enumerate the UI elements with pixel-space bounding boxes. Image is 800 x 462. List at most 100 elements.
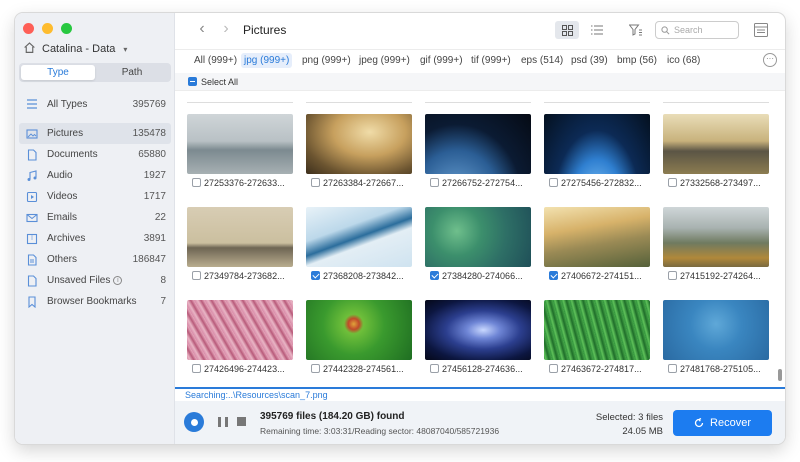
tile-checkbox[interactable] — [549, 178, 558, 187]
list-item[interactable]: 27349784-273682... — [187, 207, 293, 284]
thumbnail-image — [663, 207, 769, 267]
more-options-button[interactable]: ··· — [763, 53, 777, 67]
sidebar-item-emails[interactable]: Emails 22 — [19, 207, 171, 228]
tile-checkbox[interactable] — [549, 271, 558, 280]
list-item[interactable]: 27426496-274423... — [187, 300, 293, 377]
info-icon[interactable]: i — [113, 276, 123, 285]
sidebar-item-unsaved-files[interactable]: Unsaved Files i 8 — [19, 270, 171, 291]
select-all-bar[interactable]: Select All — [175, 73, 785, 91]
list-item[interactable]: 27266752-272754... — [425, 114, 531, 191]
tile-checkbox[interactable] — [311, 364, 320, 373]
filter-jpeg[interactable]: jpeg (999+) — [356, 53, 413, 68]
list-item[interactable]: 27253376-272633... — [187, 114, 293, 191]
drive-selector[interactable]: Catalina - Data ▾ — [23, 41, 127, 57]
sidebar-item-audio[interactable]: Audio 1927 — [19, 165, 171, 186]
list-item[interactable]: 27442328-274561... — [306, 300, 412, 377]
sidebar-item-count: 186847 — [132, 254, 166, 265]
minimize-window-button[interactable] — [42, 23, 53, 34]
filter-jpg[interactable]: jpg (999+) — [241, 53, 293, 68]
music-icon — [25, 169, 39, 183]
list-item[interactable]: 27481768-275105... — [663, 300, 769, 377]
preview-pane-button[interactable] — [753, 21, 769, 39]
file-name: 27406672-274151... — [561, 270, 642, 281]
sidebar-item-label: Unsaved Files i — [47, 275, 160, 286]
list-item[interactable]: 27384280-274066... — [425, 207, 531, 284]
thumbnail-image — [306, 207, 412, 267]
sidebar-item-documents[interactable]: Documents 65880 — [19, 144, 171, 165]
unsaved-files-label: Unsaved Files — [47, 275, 111, 286]
file-name: 27263384-272667... — [323, 177, 404, 188]
filter-png[interactable]: png (999+) — [299, 53, 354, 68]
tile-checkbox[interactable] — [668, 271, 677, 280]
list-item[interactable]: 27456128-274636... — [425, 300, 531, 377]
tile-checkbox[interactable] — [668, 364, 677, 373]
grid-view-button[interactable] — [555, 21, 579, 39]
filter-psd[interactable]: psd (39) — [568, 53, 611, 68]
sidebar-item-all-types[interactable]: All Types 395769 — [19, 93, 171, 115]
list-item[interactable]: 27332568-273497... — [663, 114, 769, 191]
tile-checkbox[interactable] — [430, 364, 439, 373]
sidebar-item-others[interactable]: Others 186847 — [19, 249, 171, 270]
tile-checkbox[interactable] — [668, 178, 677, 187]
sidebar-item-videos[interactable]: Videos 1717 — [19, 186, 171, 207]
sidebar-item-pictures[interactable]: Pictures 135478 — [19, 123, 171, 144]
thumbnail-image — [306, 300, 412, 360]
selected-size: 24.05 MB — [622, 426, 663, 437]
tile-caption: 27426496-274423... — [187, 360, 293, 377]
select-all-checkbox[interactable] — [188, 77, 197, 86]
others-icon — [25, 253, 39, 267]
list-view-icon — [591, 25, 603, 35]
filter-gif[interactable]: gif (999+) — [417, 53, 466, 68]
tile-caption: 27349784-273682... — [187, 267, 293, 284]
list-item[interactable]: 27463672-274817... — [544, 300, 650, 377]
list-item[interactable]: 27368208-273842... — [306, 207, 412, 284]
list-item[interactable]: 27275456-272832... — [544, 114, 650, 191]
filter-ico[interactable]: ico (68) — [664, 53, 703, 68]
unsaved-icon — [25, 274, 39, 288]
filter-button[interactable] — [627, 21, 643, 39]
sidebar-item-archives[interactable]: Archives 3891 — [19, 228, 171, 249]
select-all-label: Select All — [201, 76, 239, 87]
list-item[interactable]: 27263384-272667... — [306, 114, 412, 191]
tile-caption: 27275456-272832... — [544, 174, 650, 191]
category-list: All Types 395769 Pictures 135478 Documen… — [19, 93, 171, 312]
filter-eps[interactable]: eps (514) — [518, 53, 566, 68]
scrollbar-thumb[interactable] — [778, 369, 782, 381]
tile-checkbox[interactable] — [430, 271, 439, 280]
thumbnail-image — [663, 300, 769, 360]
tile-checkbox[interactable] — [549, 364, 558, 373]
file-name: 27368208-273842... — [323, 270, 404, 281]
vertical-scrollbar[interactable] — [777, 91, 783, 386]
search-input[interactable] — [674, 25, 734, 35]
tile-checkbox[interactable] — [192, 178, 201, 187]
sidebar-item-browser-bookmarks[interactable]: Browser Bookmarks 7 — [19, 291, 171, 312]
close-window-button[interactable] — [23, 23, 34, 34]
pause-button[interactable] — [218, 417, 228, 427]
tile-checkbox[interactable] — [192, 364, 201, 373]
filter-bmp[interactable]: bmp (56) — [614, 53, 660, 68]
recover-button[interactable]: Recover — [673, 410, 772, 436]
tile-caption: 27368208-273842... — [306, 267, 412, 284]
app-window: Catalina - Data ▾ Type Path All Types 39… — [15, 13, 785, 444]
search-box[interactable] — [655, 21, 739, 39]
zoom-window-button[interactable] — [61, 23, 72, 34]
filter-tif[interactable]: tif (999+) — [468, 53, 514, 68]
list-item[interactable]: 27406672-274151... — [544, 207, 650, 284]
tab-type[interactable]: Type — [21, 65, 95, 80]
home-icon — [23, 41, 36, 57]
file-type-filter-bar: All (999+) jpg (999+) png (999+) jpeg (9… — [175, 49, 785, 71]
list-item[interactable]: 27415192-274264... — [663, 207, 769, 284]
stop-button[interactable] — [237, 417, 246, 426]
sidebar-item-count: 1717 — [143, 191, 166, 202]
tile-checkbox[interactable] — [192, 271, 201, 280]
filter-all[interactable]: All (999+) — [191, 53, 240, 68]
back-button[interactable]: ‹ — [195, 21, 209, 38]
list-view-button[interactable] — [585, 21, 609, 39]
sidebar-item-count: 8 — [160, 275, 166, 286]
sidebar-item-count: 7 — [160, 296, 166, 307]
forward-button[interactable]: › — [219, 21, 233, 38]
tile-checkbox[interactable] — [430, 178, 439, 187]
tile-checkbox[interactable] — [311, 271, 320, 280]
tile-checkbox[interactable] — [311, 178, 320, 187]
tab-path[interactable]: Path — [95, 65, 169, 80]
